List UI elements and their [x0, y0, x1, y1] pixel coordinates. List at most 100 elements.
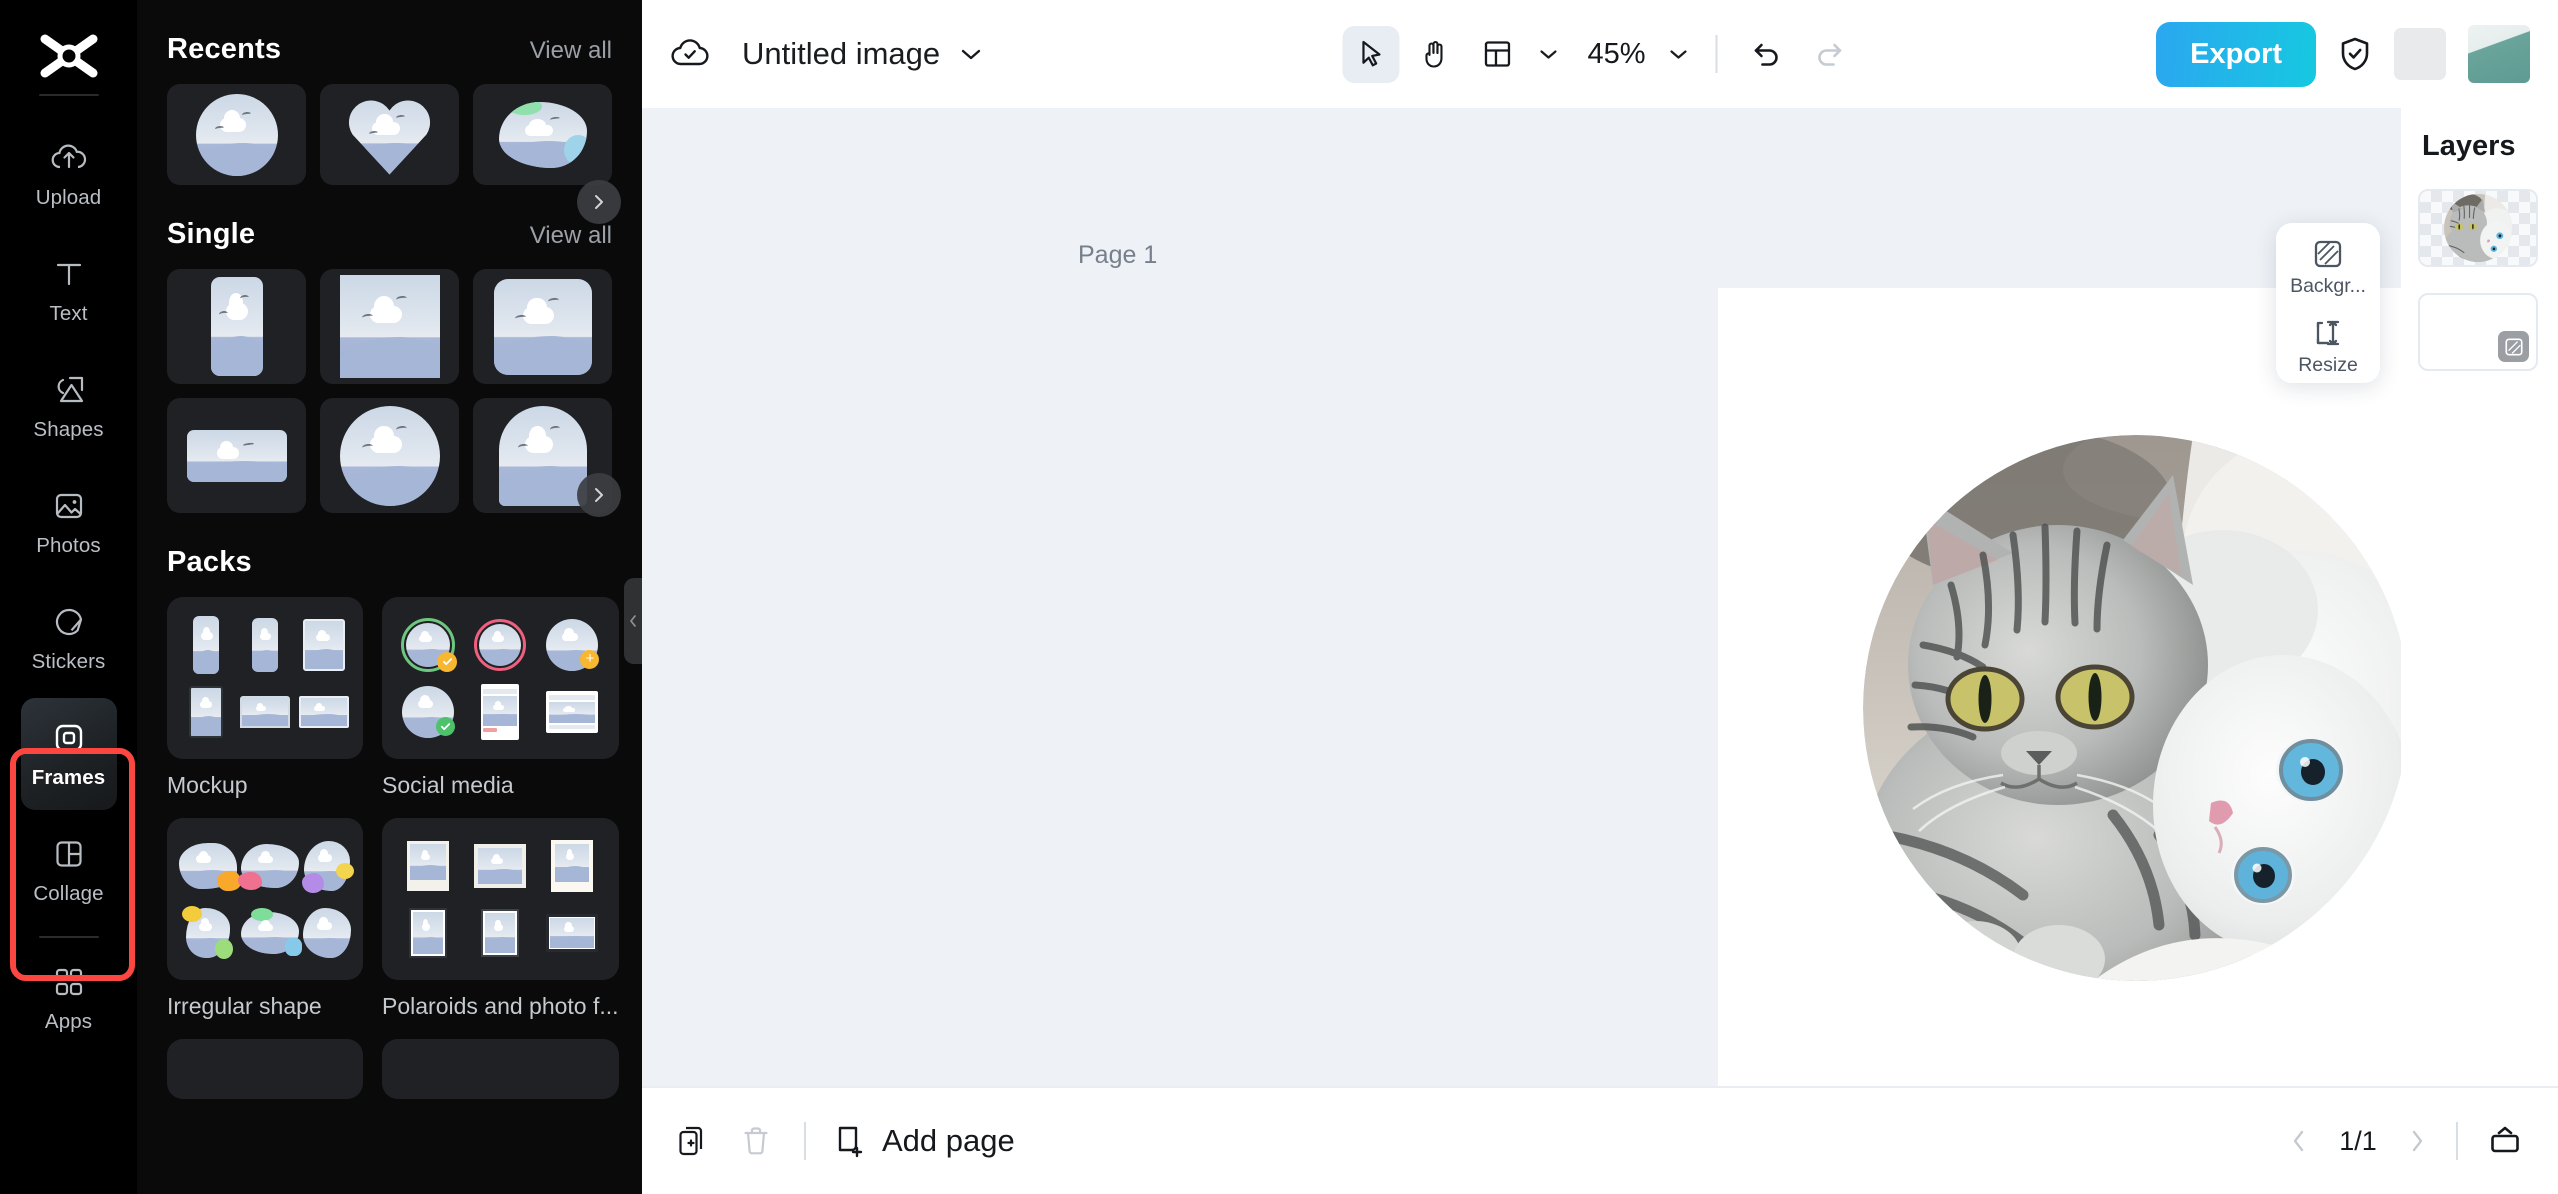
section-title: Packs	[167, 546, 252, 579]
sidebar-item-stickers[interactable]: Stickers	[21, 582, 117, 694]
single-grid	[167, 269, 612, 513]
pack-polaroids[interactable]: Polaroids and photo f...	[382, 818, 619, 1020]
panel-collapse-handle[interactable]	[624, 578, 642, 664]
left-rail: Upload Text Shapes	[0, 0, 137, 1194]
sidebar-item-collage[interactable]: Collage	[21, 814, 117, 926]
shapes-icon	[50, 371, 88, 409]
background-hatch-icon	[2313, 239, 2343, 269]
placeholder-button[interactable]	[2394, 28, 2446, 80]
canvas-tools: 45%	[1342, 26, 1857, 83]
layer-thumbnail	[2444, 194, 2512, 262]
zoom-value[interactable]: 45%	[1587, 38, 1645, 71]
export-button[interactable]: Export	[2156, 22, 2316, 87]
section-title: Recents	[167, 33, 281, 66]
recents-grid	[167, 84, 612, 185]
add-page-icon	[836, 1124, 866, 1158]
frame-thumb[interactable]	[167, 84, 306, 185]
sidebar-item-label: Shapes	[33, 418, 103, 442]
sidebar-item-label: Upload	[36, 186, 102, 210]
section-title: Single	[167, 218, 255, 251]
recents-next-arrow[interactable]	[577, 180, 621, 224]
text-icon	[50, 255, 88, 293]
select-tool[interactable]	[1342, 26, 1399, 83]
rail-items: Upload Text Shapes	[0, 118, 137, 1058]
packs-grid: Mockup	[167, 597, 612, 1099]
main-area: Untitled image	[642, 0, 2558, 1194]
photo-layer-cats[interactable]	[1863, 435, 2409, 981]
trash-icon[interactable]	[742, 1125, 770, 1157]
toolbar-divider	[1716, 35, 1718, 73]
section-header-recents: Recents View all	[167, 33, 612, 66]
sidebar-item-apps[interactable]: Apps	[21, 942, 117, 1054]
single-next-arrow[interactable]	[577, 473, 621, 517]
pack-label: Social media	[382, 772, 619, 799]
sidebar-item-photos[interactable]: Photos	[21, 466, 117, 578]
document-title-menu[interactable]: Untitled image	[742, 36, 982, 72]
page-label: Page 1	[1078, 241, 1157, 270]
page-count: 1/1	[2334, 1126, 2382, 1157]
sidebar-item-label: Collage	[33, 882, 103, 906]
top-toolbar: Untitled image	[642, 0, 2558, 108]
sidebar-item-label: Text	[50, 302, 88, 326]
frame-icon	[50, 719, 88, 757]
frame-thumb[interactable]	[320, 269, 459, 384]
present-icon[interactable]	[2488, 1126, 2522, 1156]
bottom-bar: Add page 1/1	[642, 1086, 2558, 1194]
sidebar-item-frames[interactable]: Frames	[21, 698, 117, 810]
document-title: Untitled image	[742, 36, 940, 72]
pack-social-media[interactable]: +	[382, 597, 619, 799]
section-header-single: Single View all	[167, 218, 612, 251]
frame-thumb[interactable]	[473, 269, 612, 384]
background-tool[interactable]: Backgr...	[2276, 239, 2380, 298]
bottom-divider	[804, 1122, 806, 1160]
rail-top-divider	[39, 94, 99, 96]
capcut-logo[interactable]	[34, 28, 104, 84]
next-page-button[interactable]	[2408, 1128, 2426, 1154]
frame-thumb[interactable]	[167, 398, 306, 513]
apps-grid-icon	[50, 963, 88, 1001]
resize-icon	[2313, 318, 2343, 348]
sidebar-item-label: Stickers	[32, 650, 106, 674]
prev-page-button[interactable]	[2290, 1128, 2308, 1154]
shield-check-icon[interactable]	[2338, 36, 2372, 72]
pack-extra-a[interactable]	[167, 1039, 363, 1099]
sidebar-item-label: Frames	[32, 766, 106, 790]
frame-thumb[interactable]	[167, 269, 306, 384]
frame-thumb[interactable]	[320, 84, 459, 185]
frame-thumb[interactable]	[320, 398, 459, 513]
pack-irregular-shape[interactable]: Irregular shape	[167, 818, 363, 1020]
sidebar-item-label: Apps	[45, 1010, 92, 1034]
sidebar-item-text[interactable]: Text	[21, 234, 117, 346]
layout-chevron-down-icon[interactable]	[1531, 31, 1565, 77]
resize-tool[interactable]: Resize	[2276, 318, 2380, 377]
view-all-single[interactable]: View all	[530, 222, 612, 250]
background-hatch-icon	[2498, 331, 2529, 362]
background-tool-label: Backgr...	[2290, 275, 2366, 298]
layers-title: Layers	[2422, 130, 2541, 163]
layer-item-background[interactable]	[2418, 293, 2538, 371]
canvas: Page 1	[642, 108, 2558, 1086]
layer-item-photo[interactable]	[2418, 189, 2538, 267]
sidebar-item-upload[interactable]: Upload	[21, 118, 117, 230]
pack-mockup[interactable]: Mockup	[167, 597, 363, 799]
add-page-label: Add page	[882, 1123, 1015, 1159]
duplicate-page-icon[interactable]	[678, 1125, 708, 1157]
upload-cloud-icon	[50, 139, 88, 177]
sidebar-item-shapes[interactable]: Shapes	[21, 350, 117, 462]
redo-button[interactable]	[1801, 26, 1858, 83]
avatar[interactable]	[2468, 25, 2530, 83]
pack-label: Irregular shape	[167, 993, 363, 1020]
sticker-icon	[50, 603, 88, 641]
section-header-packs: Packs	[167, 546, 612, 579]
photo-icon	[50, 487, 88, 525]
undo-button[interactable]	[1738, 26, 1795, 83]
add-page-button[interactable]: Add page	[836, 1123, 1015, 1159]
pack-label: Polaroids and photo f...	[382, 993, 619, 1020]
cloud-check-icon[interactable]	[670, 37, 710, 71]
pack-extra-b[interactable]	[382, 1039, 619, 1099]
zoom-chevron-down-icon[interactable]	[1662, 31, 1696, 77]
frame-thumb[interactable]	[473, 84, 612, 185]
view-all-recents[interactable]: View all	[530, 37, 612, 65]
hand-tool[interactable]	[1405, 26, 1462, 83]
layout-tool[interactable]	[1468, 26, 1525, 83]
